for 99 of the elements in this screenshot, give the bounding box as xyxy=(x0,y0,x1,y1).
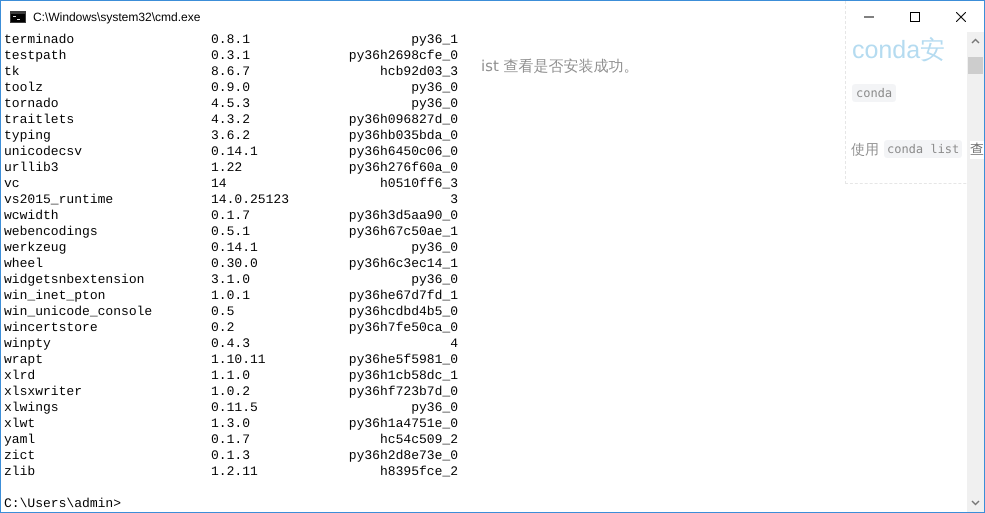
package-name: zlib xyxy=(4,464,36,480)
package-version: 4.3.2 xyxy=(211,112,252,128)
package-name: webencodings xyxy=(4,224,99,240)
package-version: 3.6.2 xyxy=(211,128,252,144)
package-version: 8.6.7 xyxy=(211,64,252,80)
package-build: py36hf723b7d_0 xyxy=(348,384,458,400)
package-name: testpath xyxy=(4,48,68,64)
package-build: py36h1cb58dc_1 xyxy=(348,368,458,384)
package-name: xlwings xyxy=(4,400,60,416)
package-name: unicodecsv xyxy=(4,144,84,160)
scroll-up-icon[interactable] xyxy=(971,38,980,44)
package-name: win_inet_pton xyxy=(4,288,106,304)
package-version: 0.14.1 xyxy=(211,240,259,256)
package-name: wincertstore xyxy=(4,320,99,336)
background-page-code: conda list xyxy=(884,140,962,158)
package-name: xlsxwriter xyxy=(4,384,84,400)
background-page-code: conda xyxy=(852,84,896,102)
package-build: 3 xyxy=(449,192,458,208)
package-version: 1.1.0 xyxy=(211,368,252,384)
close-icon xyxy=(956,12,966,22)
package-version: 0.2 xyxy=(211,320,236,336)
package-build: py36h7fe50ca_0 xyxy=(348,320,458,336)
package-version: 0.14.1 xyxy=(211,144,259,160)
package-name: xlwt xyxy=(4,416,36,432)
package-build: py36h3d5aa90_0 xyxy=(348,208,458,224)
package-name: wrapt xyxy=(4,352,44,368)
package-build: h8395fce_2 xyxy=(378,464,458,480)
package-version: 0.1.7 xyxy=(211,208,252,224)
scroll-down-icon[interactable] xyxy=(971,500,980,506)
package-version: 0.4.3 xyxy=(211,336,252,352)
package-name: typing xyxy=(4,128,52,144)
package-name: terminado xyxy=(4,32,76,48)
package-build: py36h1a4751e_0 xyxy=(348,416,458,432)
background-page-heading: conda安 xyxy=(852,35,946,66)
package-build: py36h6c3ec14_1 xyxy=(348,256,458,272)
package-build: py36he67d7fd_1 xyxy=(348,288,458,304)
package-version: 0.30.0 xyxy=(211,256,259,272)
package-build: py36hb035bda_0 xyxy=(348,128,458,144)
package-version: 14.0.25123 xyxy=(211,192,290,208)
package-build: py36h276f60a_0 xyxy=(348,160,458,176)
package-build: py36h67c50ae_1 xyxy=(348,224,458,240)
package-version: 0.5.1 xyxy=(211,224,252,240)
package-version: 0.1.3 xyxy=(211,448,252,464)
background-page-text: 查 xyxy=(970,141,984,159)
maximize-icon xyxy=(910,12,920,22)
package-version: 0.5 xyxy=(211,304,236,320)
package-name: traitlets xyxy=(4,112,76,128)
scroll-thumb[interactable] xyxy=(968,57,983,74)
package-version: 1.0.2 xyxy=(211,384,252,400)
package-version: 1.3.0 xyxy=(211,416,252,432)
package-name: toolz xyxy=(4,80,44,96)
package-build: hc54c509_2 xyxy=(378,432,458,448)
package-version: 14 xyxy=(211,176,228,192)
package-version: 3.1.0 xyxy=(211,272,252,288)
package-build: hcb92d03_3 xyxy=(378,64,458,80)
package-build: py36_0 xyxy=(410,96,458,112)
scrollbar[interactable] xyxy=(967,32,984,512)
command-prompt: C:\Users\admin> xyxy=(4,496,122,512)
package-name: tornado xyxy=(4,96,60,112)
package-version: 0.8.1 xyxy=(211,32,252,48)
package-version: 0.11.5 xyxy=(211,400,259,416)
package-name: wcwidth xyxy=(4,208,60,224)
package-build: py36_0 xyxy=(410,400,458,416)
package-build: py36h6450c06_0 xyxy=(348,144,458,160)
package-version: 0.1.7 xyxy=(211,432,252,448)
package-build: h0510ff6_3 xyxy=(378,176,458,192)
package-version: 0.3.1 xyxy=(211,48,252,64)
package-build: 4 xyxy=(449,336,458,352)
package-build: py36h096827d_0 xyxy=(348,112,458,128)
console-icon xyxy=(10,10,26,22)
package-name: winpty xyxy=(4,336,52,352)
window-title: C:\Windows\system32\cmd.exe xyxy=(33,10,200,24)
package-build: py36_0 xyxy=(410,80,458,96)
package-version: 4.5.3 xyxy=(211,96,252,112)
package-name: urllib3 xyxy=(4,160,60,176)
package-name: vc xyxy=(4,176,21,192)
package-name: widgetsnbextension xyxy=(4,272,146,288)
package-version: 1.0.1 xyxy=(211,288,252,304)
package-name: wheel xyxy=(4,256,44,272)
package-name: zict xyxy=(4,448,36,464)
package-version: 0.9.0 xyxy=(211,80,252,96)
package-build: py36_0 xyxy=(410,240,458,256)
package-build: py36h2d8e73e_0 xyxy=(348,448,458,464)
background-page-text: ist 查看是否安装成功。 xyxy=(481,57,639,76)
package-version: 1.10.11 xyxy=(211,352,267,368)
package-version: 1.22 xyxy=(211,160,244,176)
package-version: 1.2.11 xyxy=(211,464,259,480)
package-name: tk xyxy=(4,64,21,80)
background-page-text: 使用 xyxy=(851,141,879,159)
package-build: py36hcdbd4b5_0 xyxy=(348,304,458,320)
package-build: py36_1 xyxy=(410,32,458,48)
package-name: werkzeug xyxy=(4,240,68,256)
package-name: win_unicode_console xyxy=(4,304,154,320)
package-build: py36he5f5981_0 xyxy=(348,352,458,368)
package-build: py36h2698cfe_0 xyxy=(348,48,458,64)
package-name: vs2015_runtime xyxy=(4,192,114,208)
package-name: yaml xyxy=(4,432,36,448)
package-name: xlrd xyxy=(4,368,36,384)
package-build: py36_0 xyxy=(410,272,458,288)
